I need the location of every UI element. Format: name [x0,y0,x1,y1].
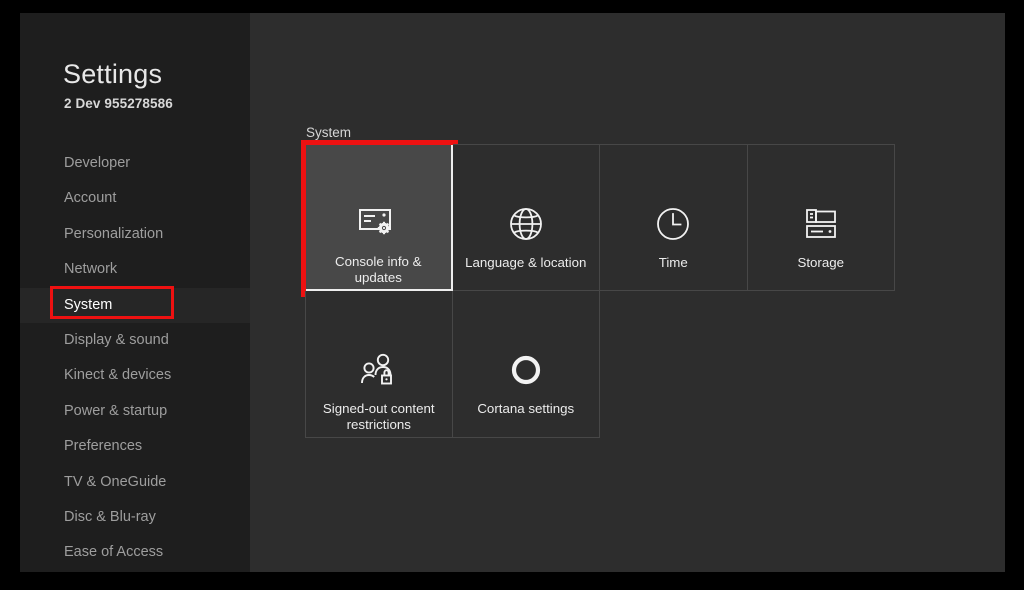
sidebar-item-kinect-devices[interactable]: Kinect & devices [20,358,250,393]
tile-label: Cortana settings [477,401,575,416]
tile-label: Language & location [465,255,587,270]
tile-label: Time [658,255,688,270]
sidebar-item-label: Preferences [64,438,143,455]
clock-icon [655,204,691,244]
sidebar-item-label: Power & startup [64,402,168,419]
people-lock-icon [359,350,399,390]
tile-language-location[interactable]: Language & location [452,144,600,291]
tile-label: Console info & updates [335,254,422,285]
page-title: Settings [63,59,163,89]
tile-row: Console info & updates Language & locati… [301,140,898,297]
tile-storage[interactable]: Storage [747,144,895,291]
storage-icon [803,204,839,244]
sidebar-item-account[interactable]: Account [20,181,250,216]
sidebar-item-label: Ease of Access [64,544,164,561]
sidebar-item-label: Developer [64,155,131,171]
cortana-ring-icon [509,350,543,390]
sidebar-item-label: TV & OneGuide [64,473,167,490]
tile-label: Signed-out content restrictions [322,401,435,432]
tile-signed-out-content-restrictions[interactable]: Signed-out content restrictions [305,291,453,438]
sidebar-item-personalization[interactable]: Personalization [20,217,250,252]
sidebar-item-system[interactable]: System [20,285,250,323]
sidebar-item-ease-of-access[interactable]: Ease of Access [20,535,250,570]
sidebar-item-tv-oneguide[interactable]: TV & OneGuide [20,465,250,500]
tile-time[interactable]: Time [600,144,748,291]
sidebar-item-label: System [64,296,113,313]
sidebar-item-network[interactable]: Network [20,252,250,287]
sidebar-item-display-sound[interactable]: Display & sound [20,323,250,358]
sidebar-item-label: Display & sound [64,331,169,348]
console-gear-icon [359,203,397,243]
tile-label: Storage [797,255,845,270]
sidebar: Settings 2 Dev 955278586 Developer Accoun… [20,13,250,572]
group-heading: System [306,125,352,140]
screen-frame: Settings 2 Dev 955278586 Developer Accoun… [0,0,1024,590]
tile-row: Signed-out content restrictions Cortana … [305,291,898,438]
sidebar-item-label: Kinect & devices [64,367,172,384]
content-pane: System Console info & updates Language &… [250,13,1005,572]
sidebar-item-label: Network [64,261,118,278]
tile-grid: Console info & updates Language & locati… [301,140,898,438]
globe-icon [508,204,544,244]
sidebar-nav: Developer Account Personalization Network Sy… [20,146,250,571]
sidebar-item-label: Personalization [64,225,164,242]
sidebar-item-preferences[interactable]: Preferences [20,429,250,464]
sidebar-item-disc-blu-ray[interactable]: Disc & Blu-ray [20,500,250,535]
sidebar-item-label: Disc & Blu-ray [64,508,156,525]
sidebar-item-label: Account [64,190,117,207]
tile-cortana-settings[interactable]: Cortana settings [452,291,600,438]
sidebar-item-power-startup[interactable]: Power & startup [20,394,250,429]
tile-console-info-updates[interactable]: Console info & updates [301,140,458,297]
xbox-settings-window: Settings 2 Dev 955278586 Developer Accoun… [20,13,1005,572]
console-id-label: 2 Dev 955278586 [64,96,173,111]
sidebar-item-developer[interactable]: Developer [20,146,250,181]
